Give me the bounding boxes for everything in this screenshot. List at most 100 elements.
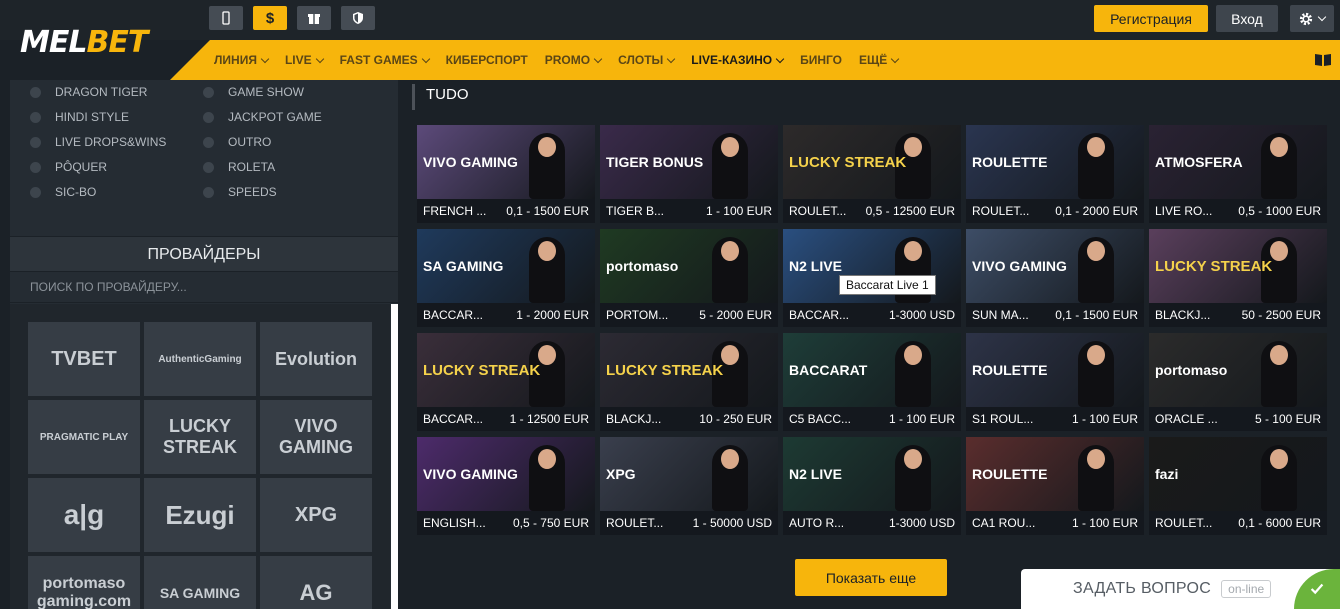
game-tile[interactable]: ROULETTE S1 ROUL... 1 - 100 EUR [966,333,1144,431]
game-info-bar: BLACKJ... 50 - 2500 EUR [1149,303,1327,327]
nav-item-label: БИНГО [800,53,843,67]
category-label: HINDI STYLE [55,110,130,124]
game-tile[interactable]: XPG ROULET... 1 - 50000 USD [600,437,778,535]
nav-item-2[interactable]: FAST GAMES [340,53,430,67]
show-more-button[interactable]: Показать еще [795,559,947,596]
game-tile[interactable]: LUCKY STREAK BACCAR... 1 - 12500 EUR [417,333,595,431]
provider-logo[interactable]: Ezugi [144,478,256,552]
mobile-icon[interactable] [209,6,243,30]
category-item[interactable]: LIVE DROPS&WINS [30,135,166,149]
game-info-bar: FRENCH ... 0,1 - 1500 EUR [417,199,595,223]
game-provider-logo: ROULETTE [972,154,1048,170]
nav-item-8[interactable]: ЕЩЁ [859,53,900,67]
game-tile[interactable]: portomaso PORTOM... 5 - 2000 EUR [600,229,778,327]
game-name: ROULET... [972,204,1030,218]
game-info-bar: AUTO R... 1-3000 USD [783,511,961,535]
melbet-logo[interactable]: MELBET [20,25,148,60]
game-tile[interactable]: VIVO GAMING FRENCH ... 0,1 - 1500 EUR [417,125,595,223]
game-tile[interactable]: LUCKY STREAK BLACKJ... 10 - 250 EUR [600,333,778,431]
provider-logo[interactable]: SA GAMING [144,556,256,609]
game-tile[interactable]: fazi ROULET... 0,1 - 6000 EUR [1149,437,1327,535]
provider-logo[interactable]: portomaso gaming.com [28,556,140,609]
gift-icon[interactable] [297,6,331,30]
settings-button[interactable] [1290,5,1334,32]
game-provider-logo: BACCARAT [789,362,868,378]
game-limits: 1-3000 USD [888,516,955,530]
nav-item-3[interactable]: КИБЕРСПОРТ [446,53,528,67]
category-item[interactable]: SPEEDS [203,185,277,199]
nav-item-5[interactable]: СЛОТЫ [618,53,676,67]
provider-search-input[interactable] [10,271,398,303]
game-provider-logo: fazi [1155,466,1179,482]
category-item[interactable]: PÔQUER [30,160,107,174]
providers-title: ПРОВАЙДЕРЫ [10,236,398,271]
category-label: ROLETA [228,160,276,174]
chat-status-badge: on-line [1221,580,1272,598]
provider-logo[interactable]: PRAGMATIC PLAY [28,400,140,474]
nav-item-0[interactable]: ЛИНИЯ [214,53,270,67]
radio-dot-icon [30,186,41,198]
category-item[interactable]: DRAGON TIGER [30,85,147,99]
login-button[interactable]: Вход [1216,5,1278,32]
provider-logo[interactable]: AG [260,556,372,609]
game-tile[interactable]: TIGER BONUS TIGER B... 1 - 100 EUR [600,125,778,223]
game-tile[interactable]: LUCKY STREAK ROULET... 0,5 - 12500 EUR [783,125,961,223]
book-icon[interactable] [1314,52,1332,67]
nav-item-4[interactable]: PROMO [545,53,603,67]
register-button[interactable]: Регистрация [1094,5,1208,32]
nav-item-7[interactable]: БИНГО [800,53,842,67]
category-item[interactable]: GAME SHOW [203,85,304,99]
game-name: FRENCH ... [423,204,487,218]
game-name: LIVE RO... [1155,204,1213,218]
provider-logo[interactable]: VIVO GAMING [260,400,372,474]
game-tile[interactable]: BACCARAT C5 BACC... 1 - 100 EUR [783,333,961,431]
nav-item-1[interactable]: LIVE [285,53,324,67]
game-tile[interactable]: ROULETTE ROULET... 0,1 - 2000 EUR [966,125,1144,223]
provider-logo[interactable]: a|g [28,478,140,552]
game-tile[interactable]: portomaso ORACLE ... 5 - 100 EUR [1149,333,1327,431]
chat-label: ЗАДАТЬ ВОПРОС [1073,580,1212,597]
game-tile[interactable]: VIVO GAMING ENGLISH... 0,5 - 750 EUR [417,437,595,535]
category-item[interactable]: OUTRO [203,135,271,149]
provider-logo[interactable]: XPG [260,478,372,552]
radio-dot-icon [30,136,41,148]
game-tile[interactable]: N2 LIVE AUTO R... 1-3000 USD [783,437,961,535]
game-tile[interactable]: LUCKY STREAK BLACKJ... 50 - 2500 EUR [1149,229,1327,327]
game-info-bar: PORTOM... 5 - 2000 EUR [600,303,778,327]
game-name: ROULET... [1155,516,1213,530]
game-limits: 1 - 100 EUR [1071,412,1138,426]
chat-widget[interactable]: ЗАДАТЬ ВОПРОС on-line [1021,569,1340,609]
game-provider-logo: portomaso [1155,362,1228,378]
game-info-bar: C5 BACC... 1 - 100 EUR [783,407,961,431]
category-label: DRAGON TIGER [55,85,148,99]
dealer-image [712,237,748,303]
category-label: SIC-BO [55,185,97,199]
chevron-down-icon [260,54,270,63]
game-provider-logo: N2 LIVE [789,258,842,274]
provider-logo[interactable]: LUCKY STREAK [144,400,256,474]
dollar-icon[interactable]: $ [253,6,287,30]
nav-item-6[interactable]: LIVE-КАЗИНО [691,53,785,67]
game-tile[interactable]: ROULETTE CA1 ROU... 1 - 100 EUR [966,437,1144,535]
game-name: SUN MA... [972,308,1029,322]
provider-logo[interactable]: Evolution [260,322,372,396]
game-tile[interactable]: SA GAMING BACCAR... 1 - 2000 EUR [417,229,595,327]
category-label: LIVE DROPS&WINS [55,135,167,149]
provider-logo[interactable]: TVBET [28,322,140,396]
game-limits: 0,1 - 2000 EUR [1055,204,1138,218]
category-item[interactable]: JACKPOT GAME [203,110,322,124]
game-limits: 1 - 50000 USD [692,516,772,530]
category-item[interactable]: SIC-BO [30,185,96,199]
game-tile[interactable]: VIVO GAMING SUN MA... 0,1 - 1500 EUR [966,229,1144,327]
game-info-bar: BACCAR... 1-3000 USD [783,303,961,327]
game-provider-logo: XPG [606,466,636,482]
game-tile[interactable]: ATMOSFERA LIVE RO... 0,5 - 1000 EUR [1149,125,1327,223]
providers-scrollbar[interactable] [391,304,398,609]
section-title: TUDO [426,86,469,103]
category-item[interactable]: ROLETA [203,160,275,174]
game-info-bar: BACCAR... 1 - 12500 EUR [417,407,595,431]
provider-logo[interactable]: AuthenticGaming [144,322,256,396]
category-item[interactable]: HINDI STYLE [30,110,129,124]
game-info-bar: CA1 ROU... 1 - 100 EUR [966,511,1144,535]
shield-icon[interactable] [341,6,375,30]
